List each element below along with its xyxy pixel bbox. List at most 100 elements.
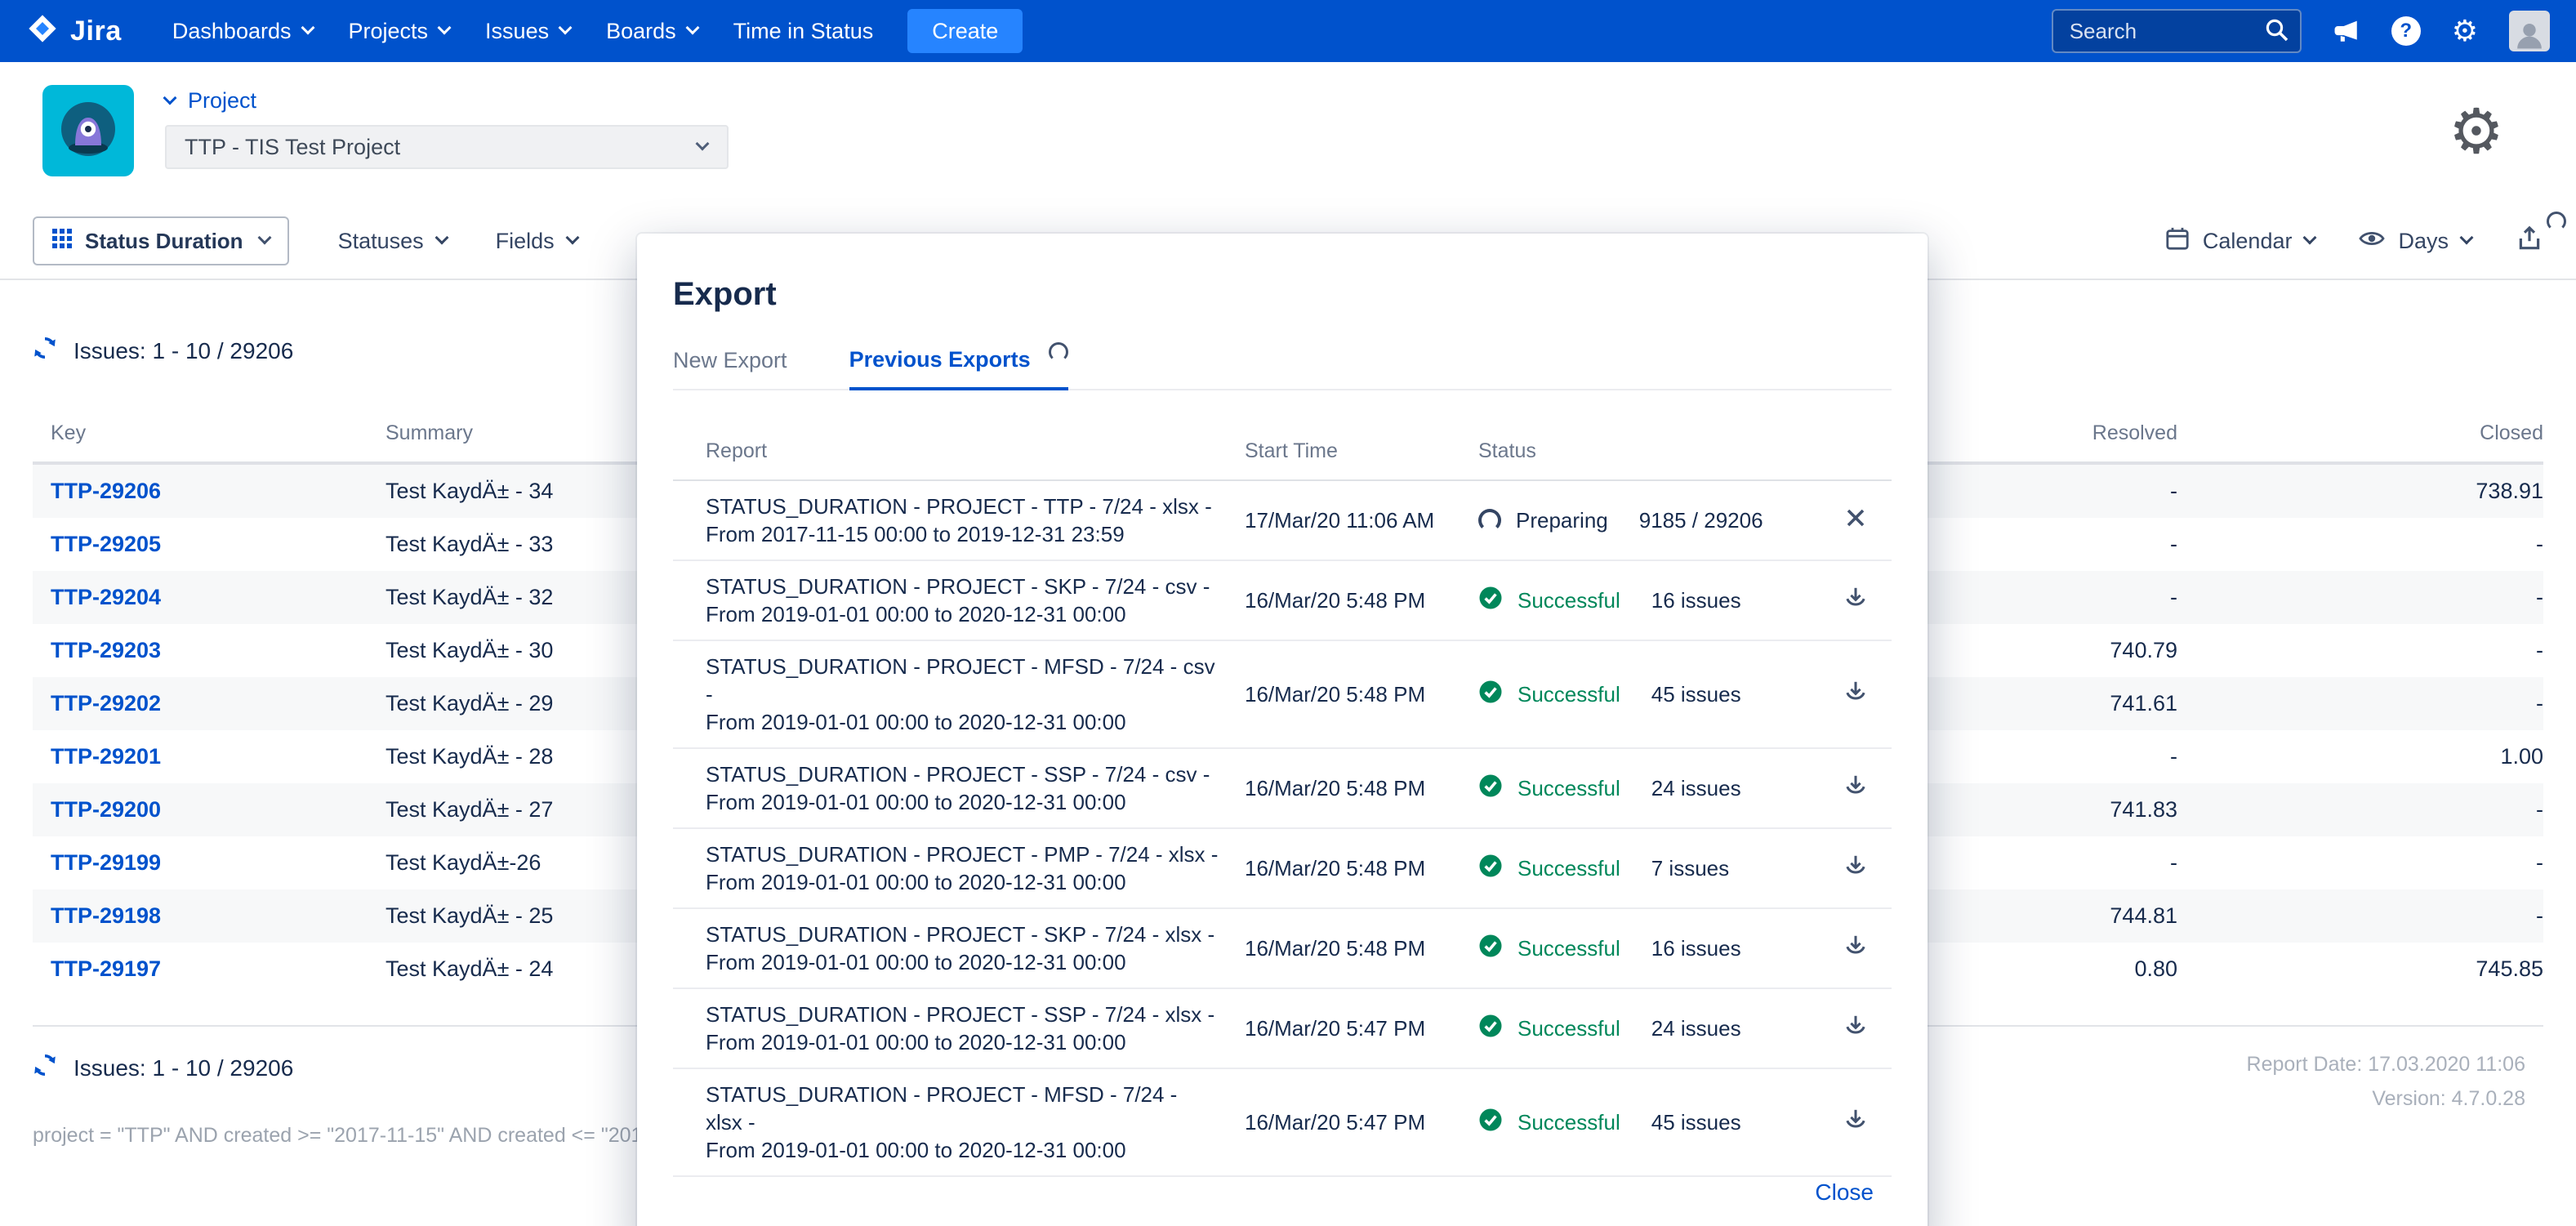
export-row: STATUS_DURATION - PROJECT - PMP - 7/24 -… bbox=[673, 829, 1892, 909]
modal-tabs: New Export Previous Exports bbox=[673, 347, 1892, 390]
issue-key-link[interactable]: TTP-29197 bbox=[33, 956, 386, 982]
fields-dropdown[interactable]: Fields bbox=[496, 229, 577, 254]
export-status-label: Successful bbox=[1518, 936, 1620, 961]
loading-spinner-icon bbox=[2547, 212, 2566, 231]
download-export-button[interactable] bbox=[1820, 934, 1892, 964]
export-status: Successful 16 issues bbox=[1478, 586, 1820, 616]
issue-closed-value: - bbox=[2177, 691, 2543, 716]
nav-issues[interactable]: Issues bbox=[467, 0, 588, 62]
tab-new-export[interactable]: New Export bbox=[673, 347, 787, 389]
gear-icon[interactable]: ⚙ bbox=[2452, 16, 2478, 46]
search-icon[interactable] bbox=[2264, 17, 2290, 49]
column-header-closed[interactable]: Closed bbox=[2177, 421, 2543, 445]
export-status-label: Successful bbox=[1518, 682, 1620, 707]
export-report-line1: STATUS_DURATION - PROJECT - SKP - 7/24 -… bbox=[706, 573, 1219, 600]
megaphone-icon[interactable] bbox=[2333, 17, 2360, 45]
nav-time-in-status[interactable]: Time in Status bbox=[715, 0, 892, 62]
download-icon bbox=[1843, 773, 1868, 804]
issue-key-link[interactable]: TTP-29198 bbox=[33, 903, 386, 929]
export-start-time: 16/Mar/20 5:48 PM bbox=[1245, 776, 1478, 801]
check-circle-icon bbox=[1478, 773, 1503, 804]
download-icon bbox=[1843, 1014, 1868, 1044]
statuses-dropdown[interactable]: Statuses bbox=[338, 229, 447, 254]
issues-count-top-label: Issues: 1 - 10 / 29206 bbox=[74, 338, 293, 364]
tab-previous-exports[interactable]: Previous Exports bbox=[849, 347, 1068, 390]
user-avatar[interactable] bbox=[2509, 11, 2550, 51]
tab-new-export-label: New Export bbox=[673, 348, 787, 373]
export-start-time: 16/Mar/20 5:47 PM bbox=[1245, 1110, 1478, 1135]
issue-closed-value: - bbox=[2177, 638, 2543, 663]
exports-table-header: Report Start Time Status bbox=[673, 390, 1892, 481]
search-box bbox=[2052, 9, 2302, 53]
download-export-button[interactable] bbox=[1820, 680, 1892, 710]
calendar-icon bbox=[2165, 226, 2190, 256]
project-breadcrumb[interactable]: Project bbox=[165, 88, 729, 114]
settings-gear-icon[interactable]: ⚙ bbox=[2449, 101, 2504, 163]
download-icon bbox=[1843, 680, 1868, 710]
check-circle-icon bbox=[1478, 1014, 1503, 1044]
export-row: STATUS_DURATION - PROJECT - TTP - 7/24 -… bbox=[673, 481, 1892, 561]
issues-count-bottom-label: Issues: 1 - 10 / 29206 bbox=[74, 1055, 293, 1081]
nav-dashboards-label: Dashboards bbox=[172, 19, 292, 44]
chevron-down-icon bbox=[257, 231, 271, 245]
project-select[interactable]: TTP - TIS Test Project bbox=[165, 125, 729, 169]
export-report-line1: STATUS_DURATION - PROJECT - TTP - 7/24 -… bbox=[706, 493, 1219, 520]
export-progress-count: 9185 / 29206 bbox=[1639, 508, 1763, 533]
jira-logo-icon bbox=[26, 12, 59, 51]
nav-projects[interactable]: Projects bbox=[331, 0, 468, 62]
download-icon bbox=[1843, 586, 1868, 616]
download-export-button[interactable] bbox=[1820, 854, 1892, 884]
issue-key-link[interactable]: TTP-29203 bbox=[33, 638, 386, 663]
download-export-button[interactable] bbox=[1820, 1014, 1892, 1044]
export-report-line1: STATUS_DURATION - PROJECT - SSP - 7/24 -… bbox=[706, 760, 1219, 788]
export-icon bbox=[2516, 225, 2543, 258]
column-header-key[interactable]: Key bbox=[33, 421, 386, 445]
export-row: STATUS_DURATION - PROJECT - SSP - 7/24 -… bbox=[673, 749, 1892, 829]
close-icon bbox=[1845, 507, 1866, 534]
issue-key-link[interactable]: TTP-29202 bbox=[33, 691, 386, 716]
issue-key-link[interactable]: TTP-29205 bbox=[33, 532, 386, 557]
export-report-name: STATUS_DURATION - PROJECT - PMP - 7/24 -… bbox=[673, 829, 1245, 907]
create-button[interactable]: Create bbox=[907, 9, 1023, 53]
issue-key-link[interactable]: TTP-29204 bbox=[33, 585, 386, 610]
issue-key-link[interactable]: TTP-29199 bbox=[33, 850, 386, 876]
refresh-icon[interactable] bbox=[33, 1053, 57, 1083]
export-report-line1: STATUS_DURATION - PROJECT - SSP - 7/24 -… bbox=[706, 1001, 1219, 1028]
export-status-label: Successful bbox=[1518, 776, 1620, 801]
nav-boards[interactable]: Boards bbox=[588, 0, 715, 62]
export-row: STATUS_DURATION - PROJECT - SKP - 7/24 -… bbox=[673, 561, 1892, 641]
help-icon[interactable]: ? bbox=[2391, 16, 2421, 46]
column-header-start-time: Start Time bbox=[1245, 439, 1478, 463]
export-status: Preparing 9185 / 29206 bbox=[1478, 508, 1820, 533]
download-export-button[interactable] bbox=[1820, 1108, 1892, 1138]
export-issue-count: 16 issues bbox=[1651, 936, 1741, 961]
export-start-time: 16/Mar/20 5:47 PM bbox=[1245, 1016, 1478, 1041]
export-button[interactable] bbox=[2516, 225, 2543, 258]
status-duration-label: Status Duration bbox=[85, 229, 243, 254]
issue-closed-value: 1.00 bbox=[2177, 744, 2543, 769]
issue-key-link[interactable]: TTP-29200 bbox=[33, 797, 386, 823]
issue-key-link[interactable]: TTP-29201 bbox=[33, 744, 386, 769]
download-export-button[interactable] bbox=[1820, 586, 1892, 616]
cancel-export-button[interactable] bbox=[1820, 507, 1892, 534]
chevron-down-icon bbox=[685, 21, 699, 35]
download-export-button[interactable] bbox=[1820, 773, 1892, 804]
issue-key-link[interactable]: TTP-29206 bbox=[33, 479, 386, 504]
nav-dashboards[interactable]: Dashboards bbox=[154, 0, 331, 62]
export-issue-count: 16 issues bbox=[1651, 588, 1741, 613]
jira-logo[interactable]: Jira bbox=[26, 12, 122, 51]
issue-closed-value: - bbox=[2177, 532, 2543, 557]
refresh-icon[interactable] bbox=[33, 336, 57, 366]
export-report-line2: From 2019-01-01 00:00 to 2020-12-31 00:0… bbox=[706, 708, 1219, 736]
close-modal-button[interactable]: Close bbox=[1815, 1179, 1874, 1206]
calendar-dropdown[interactable]: Calendar bbox=[2165, 226, 2315, 256]
status-duration-button[interactable]: Status Duration bbox=[33, 216, 289, 265]
chevron-down-icon bbox=[2460, 231, 2474, 245]
column-header-resolved[interactable]: Resolved bbox=[1916, 421, 2177, 445]
chevron-down-icon bbox=[163, 91, 177, 105]
report-date-label: Report Date: 17.03.2020 11:06 bbox=[2247, 1047, 2525, 1081]
export-row: STATUS_DURATION - PROJECT - MFSD - 7/24 … bbox=[673, 1069, 1892, 1177]
export-status: Successful 24 issues bbox=[1478, 1014, 1820, 1044]
days-dropdown[interactable]: Days bbox=[2359, 225, 2471, 257]
export-report-name: STATUS_DURATION - PROJECT - SSP - 7/24 -… bbox=[673, 989, 1245, 1068]
